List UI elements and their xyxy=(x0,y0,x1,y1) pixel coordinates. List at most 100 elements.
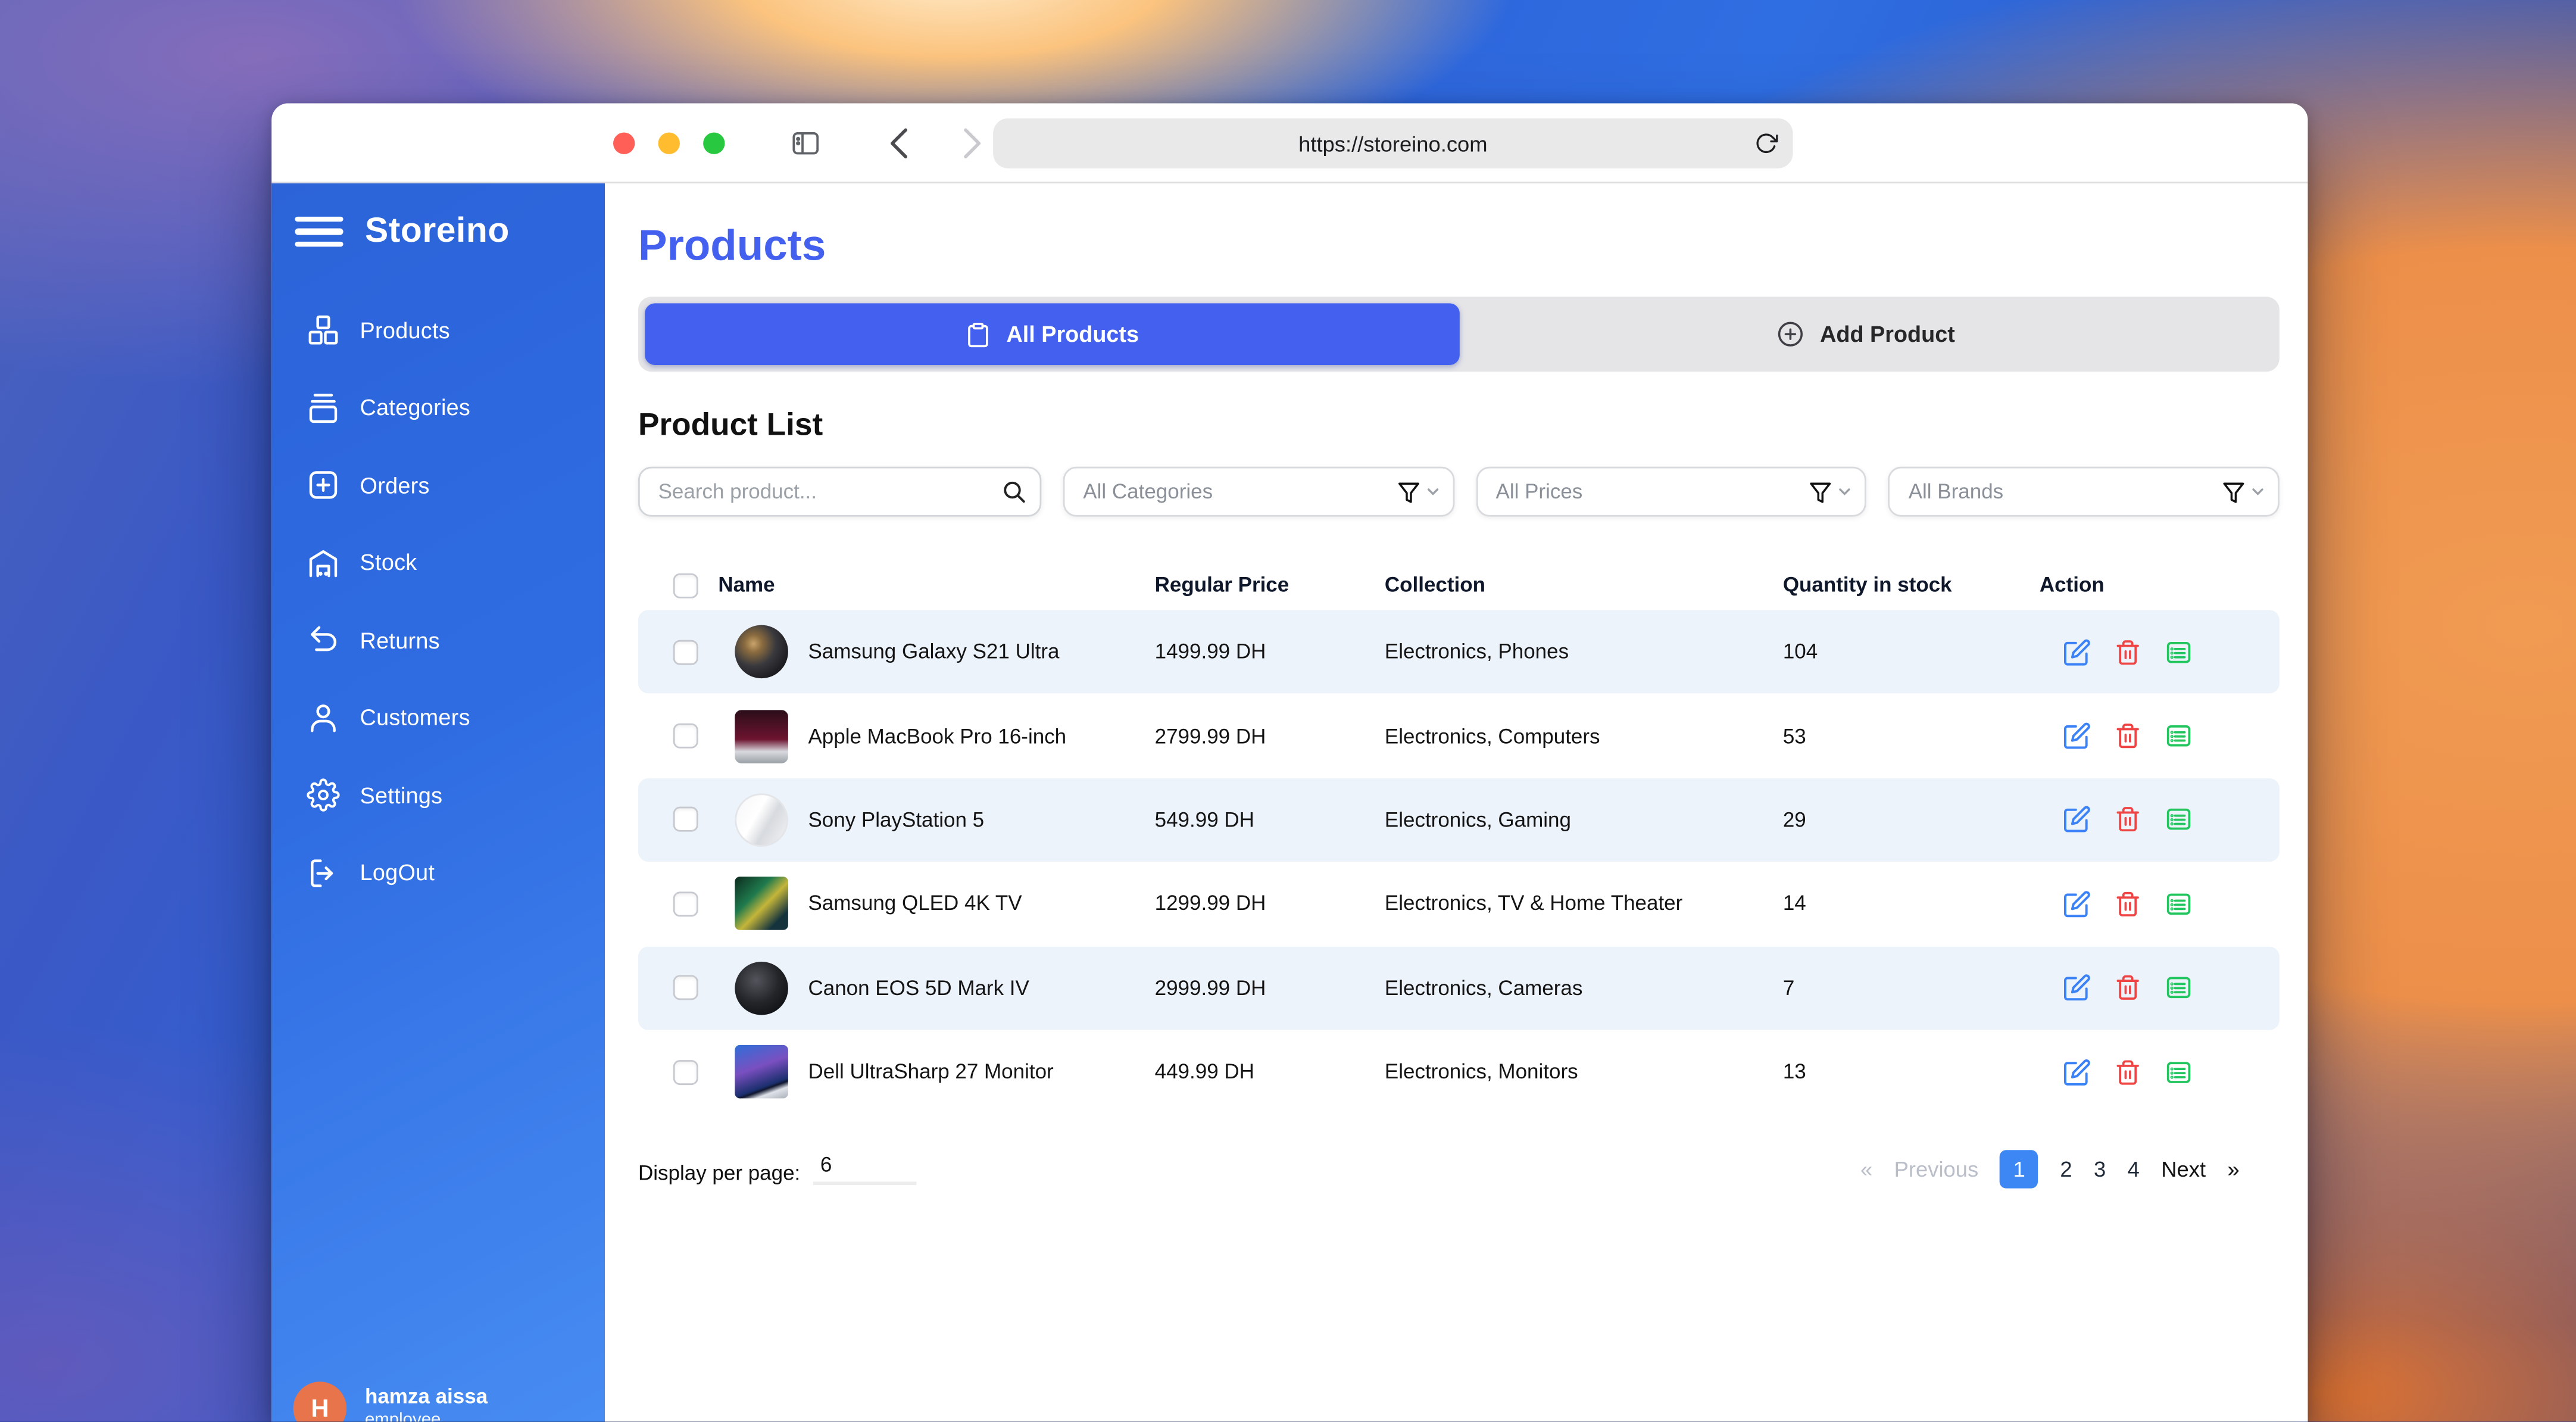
next-arrow[interactable]: » xyxy=(2227,1157,2239,1182)
trash-icon xyxy=(2115,890,2141,918)
page-button-1[interactable]: 1 xyxy=(2000,1150,2038,1189)
row-checkbox[interactable] xyxy=(673,1059,698,1084)
previous-arrow[interactable]: « xyxy=(1860,1157,1872,1182)
per-page-input[interactable]: 6 xyxy=(814,1154,917,1186)
search-input[interactable] xyxy=(638,467,1041,517)
undo-arrow-icon xyxy=(307,623,340,657)
product-collection: Electronics, TV & Home Theater xyxy=(1385,892,1783,915)
product-name: Canon EOS 5D Mark IV xyxy=(808,976,1029,999)
sidebar-item-returns[interactable]: Returns xyxy=(271,601,605,679)
product-collection: Electronics, Computers xyxy=(1385,724,1783,747)
previous-button[interactable]: Previous xyxy=(1894,1157,1979,1182)
clipboard-icon xyxy=(965,321,992,348)
delete-button[interactable] xyxy=(2115,890,2141,918)
trash-icon xyxy=(2115,638,2141,666)
product-collection: Electronics, Phones xyxy=(1385,640,1783,663)
filters-row: All Categories All Prices All Brands xyxy=(638,467,2280,517)
edit-button[interactable] xyxy=(2063,974,2091,1002)
sidebar-item-orders[interactable]: Orders xyxy=(271,447,605,524)
screen: https://storeino.com xyxy=(0,0,2576,1421)
details-button[interactable] xyxy=(2165,1058,2193,1086)
hamburger-menu-icon[interactable] xyxy=(295,216,343,247)
toggle-sidebar-button[interactable] xyxy=(788,127,823,157)
brands-filter-dropdown[interactable]: All Brands xyxy=(1888,467,2280,517)
table-row[interactable]: Samsung Galaxy S21 Ultra 1499.99 DH Elec… xyxy=(638,610,2280,694)
funnel-icon xyxy=(1809,479,1834,504)
delete-button[interactable] xyxy=(2115,1058,2141,1086)
table-row[interactable]: Sony PlayStation 5 549.99 DH Electronics… xyxy=(638,778,2280,862)
delete-button[interactable] xyxy=(2115,638,2141,666)
sidebar-item-customers[interactable]: Customers xyxy=(271,679,605,757)
row-checkbox[interactable] xyxy=(673,807,698,832)
edit-button[interactable] xyxy=(2063,806,2091,834)
close-window-button[interactable] xyxy=(613,132,635,153)
page-button-4[interactable]: 4 xyxy=(2128,1157,2140,1182)
back-button[interactable] xyxy=(888,126,910,159)
pagination: « Previous 1 2 3 4 Next » xyxy=(1860,1150,2240,1189)
column-header-action: Action xyxy=(2040,573,2280,597)
categories-filter-dropdown[interactable]: All Categories xyxy=(1063,467,1454,517)
sidebar-item-categories[interactable]: Categories xyxy=(271,369,605,447)
edit-button[interactable] xyxy=(2063,638,2091,666)
user-profile[interactable]: H hamza aissa employee xyxy=(293,1382,488,1421)
table-row[interactable]: Apple MacBook Pro 16-inch 2799.99 DH Ele… xyxy=(638,694,2280,778)
forward-button[interactable] xyxy=(961,126,983,159)
sidebar-nav: Products Categories Orders Stock xyxy=(271,292,605,912)
sidebar-item-logout[interactable]: LogOut xyxy=(271,834,605,912)
table-row[interactable]: Samsung QLED 4K TV 1299.99 DH Electronic… xyxy=(638,862,2280,946)
sidebar-item-settings[interactable]: Settings xyxy=(271,757,605,834)
sidebar-item-products[interactable]: Products xyxy=(271,292,605,369)
trash-icon xyxy=(2115,806,2141,834)
avatar: H xyxy=(293,1382,347,1421)
select-all-checkbox[interactable] xyxy=(673,572,698,597)
delete-button[interactable] xyxy=(2115,806,2141,834)
per-page-label: Display per page: xyxy=(638,1162,800,1186)
gear-icon xyxy=(307,779,340,812)
edit-icon xyxy=(2063,1058,2091,1086)
product-collection: Electronics, Gaming xyxy=(1385,808,1783,831)
page-button-3[interactable]: 3 xyxy=(2094,1157,2106,1182)
archive-icon xyxy=(307,391,340,425)
product-quantity: 13 xyxy=(1783,1060,2040,1083)
column-header-price: Regular Price xyxy=(1155,573,1385,597)
url-text: https://storeino.com xyxy=(1298,131,1488,156)
reload-button[interactable] xyxy=(1754,132,1778,155)
next-button[interactable]: Next xyxy=(2161,1157,2206,1182)
card-list-icon xyxy=(2165,1058,2193,1086)
details-button[interactable] xyxy=(2165,974,2193,1002)
address-bar[interactable]: https://storeino.com xyxy=(993,118,1793,169)
zoom-window-button[interactable] xyxy=(703,132,725,153)
details-button[interactable] xyxy=(2165,638,2193,666)
plus-square-icon xyxy=(307,469,340,502)
edit-button[interactable] xyxy=(2063,1058,2091,1086)
browser-window: https://storeino.com xyxy=(271,104,2308,1422)
product-quantity: 7 xyxy=(1783,976,2040,999)
details-button[interactable] xyxy=(2165,806,2193,834)
details-button[interactable] xyxy=(2165,722,2193,750)
row-checkbox[interactable] xyxy=(673,975,698,1000)
edit-button[interactable] xyxy=(2063,890,2091,918)
prices-filter-dropdown[interactable]: All Prices xyxy=(1476,467,1867,517)
chevron-down-icon xyxy=(1426,485,1439,498)
table-row[interactable]: Dell UltraSharp 27 Monitor 449.99 DH Ele… xyxy=(638,1030,2280,1114)
tab-add-product[interactable]: Add Product xyxy=(1459,303,2272,365)
product-price: 1499.99 DH xyxy=(1155,640,1385,663)
app-body: Storeino Products Categories xyxy=(271,183,2308,1422)
row-checkbox[interactable] xyxy=(673,640,698,665)
table-row[interactable]: Canon EOS 5D Mark IV 2999.99 DH Electron… xyxy=(638,946,2280,1030)
page-button-2[interactable]: 2 xyxy=(2060,1157,2072,1182)
delete-button[interactable] xyxy=(2115,974,2141,1002)
sidebar-item-stock[interactable]: Stock xyxy=(271,524,605,601)
column-header-collection: Collection xyxy=(1385,573,1783,597)
row-checkbox[interactable] xyxy=(673,891,698,916)
card-list-icon xyxy=(2165,722,2193,750)
edit-button[interactable] xyxy=(2063,722,2091,750)
product-price: 1299.99 DH xyxy=(1155,892,1385,915)
tab-all-products[interactable]: All Products xyxy=(645,303,1459,365)
table-header-row: Name Regular Price Collection Quantity i… xyxy=(638,560,2280,610)
edit-icon xyxy=(2063,974,2091,1002)
row-checkbox[interactable] xyxy=(673,724,698,749)
delete-button[interactable] xyxy=(2115,722,2141,750)
details-button[interactable] xyxy=(2165,890,2193,918)
minimize-window-button[interactable] xyxy=(658,132,680,153)
